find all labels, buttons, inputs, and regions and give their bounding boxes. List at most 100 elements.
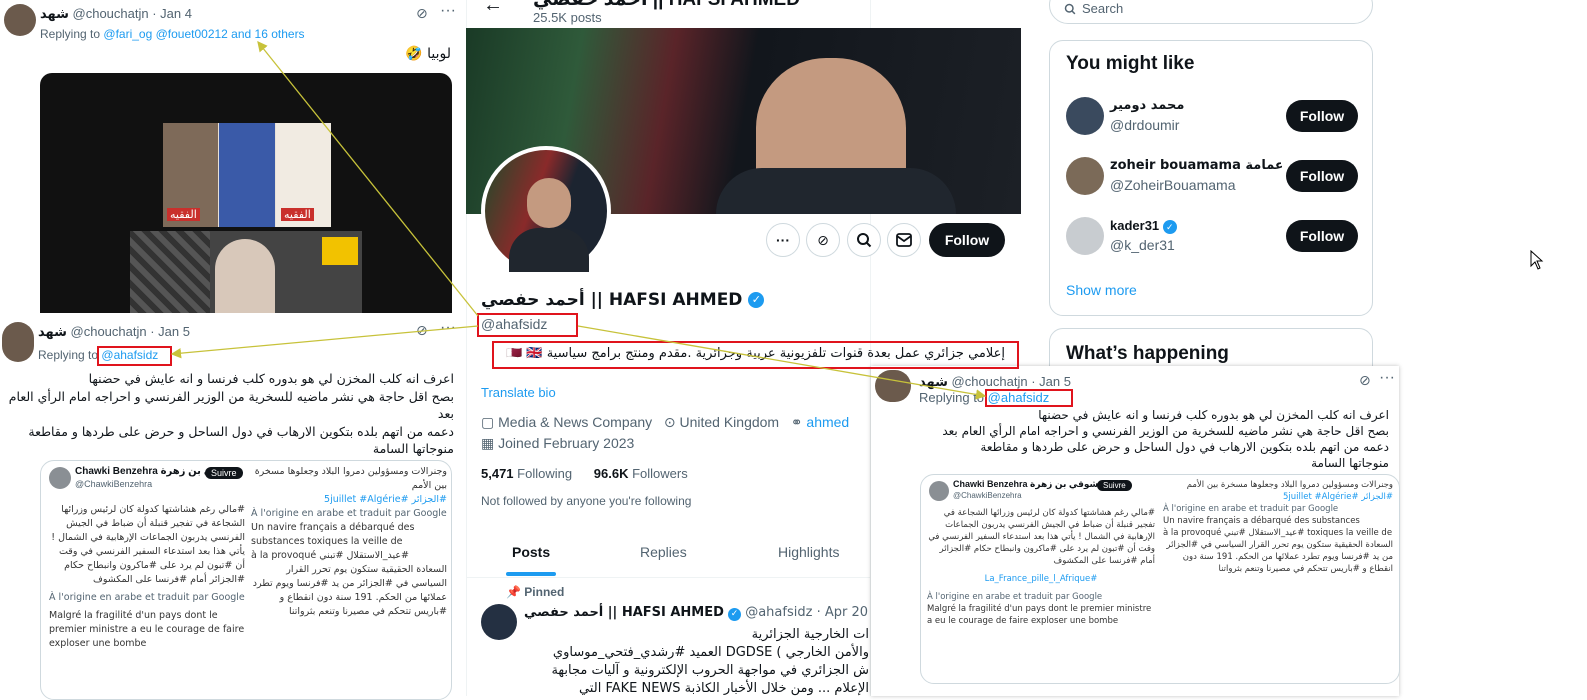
search-box[interactable]: Search [1049, 0, 1373, 24]
embedded-image[interactable]: Chawki Benzehra شوقي بن زهرة @ChawkiBenz… [40, 460, 452, 700]
profile-meta: ▢ Media & News Company ⊙ United Kingdom … [481, 414, 869, 431]
avatar [49, 467, 71, 489]
search-profile-button[interactable] [847, 223, 881, 257]
tweet-header: شهد @chouchatjn · Jan 5 [919, 374, 1071, 390]
avatar[interactable] [1066, 157, 1104, 195]
embed-handle: @ChawkiBenzehra [953, 491, 1022, 500]
author-handle[interactable]: @chouchatjn [73, 6, 149, 21]
suggestion-handle[interactable]: @ZoheirBouamama [1110, 177, 1236, 193]
annotation-box-bio [492, 341, 1019, 369]
suggestion-name[interactable]: محمد دومير [1110, 98, 1184, 113]
show-more-link[interactable]: Show more [1066, 282, 1137, 298]
grok-icon[interactable]: ⊘ [416, 322, 428, 339]
pinned-label: 📌 Pinned [506, 585, 565, 599]
more-icon: ··· [776, 232, 790, 248]
annotation-box-handle [477, 313, 578, 337]
author-name[interactable]: شهد [919, 375, 948, 390]
grok-button[interactable]: ⊘ [806, 223, 840, 257]
follow-button[interactable]: Follow [1286, 220, 1358, 252]
mouse-cursor-icon [1530, 250, 1544, 270]
search-icon [857, 233, 872, 248]
banner-suit [716, 168, 956, 214]
profile-website[interactable]: ahmed [806, 414, 849, 430]
embed-author: Chawki Benzehra شوقي بن زهرة [953, 479, 1099, 489]
avatar[interactable] [1066, 97, 1104, 135]
message-button[interactable] [887, 223, 921, 257]
tweet-text: اعرف انه كلب المخزن لي هو بدوره كلب فرنس… [8, 371, 454, 456]
author-name[interactable]: شهد [40, 7, 69, 22]
briefcase-icon: ▢ [481, 414, 495, 430]
embed-follow: Suivre [205, 467, 243, 479]
pinned-handle[interactable]: @ahafsidz [745, 605, 812, 620]
avatar[interactable] [4, 4, 36, 36]
whats-happening-title: What’s happening [1066, 343, 1229, 364]
embed-col-right: وجنرالات ومسؤولين دمروا البلاد وجعلوها م… [1163, 480, 1393, 574]
more-icon[interactable]: ··· [1379, 369, 1395, 387]
tab-posts[interactable]: Posts [512, 544, 550, 560]
tweet-date[interactable]: · Jan 4 [152, 6, 192, 21]
tweet-right: شهد @chouchatjn · Jan 5 ⊘ ··· Replying t… [871, 366, 1400, 696]
suggestion-handle[interactable]: @k_der31 [1110, 237, 1175, 253]
suggestion-name[interactable]: kader31 ✓ [1110, 218, 1177, 234]
tweet-date[interactable]: · Jan 5 [1031, 374, 1071, 389]
pin-icon: 📌 [506, 585, 521, 599]
tweet-left: شهد @chouchatjn · Jan 5 ⊘ ··· Replying t… [0, 318, 465, 700]
avatar[interactable] [875, 370, 911, 402]
follow-button[interactable]: Follow [1286, 100, 1358, 132]
search-input[interactable]: Search [1082, 1, 1123, 16]
suggestion-handle[interactable]: @drdoumir [1110, 117, 1179, 133]
embed-handle: @ChawkiBenzehra [75, 479, 153, 489]
follow-counts: 5,471 Following 96.6K Followers [481, 466, 688, 481]
follow-button[interactable]: Follow [929, 223, 1005, 257]
pinned-name[interactable]: أحمد حفصي || HAFSI AHMED [524, 605, 724, 620]
annotation-box-reply-left [97, 346, 172, 366]
who-to-follow-panel: You might like محمد دومير @drdoumir Foll… [1049, 40, 1373, 316]
author-handle[interactable]: @chouchatjn [952, 374, 1028, 389]
tab-highlights[interactable]: Highlights [778, 544, 839, 560]
replying-targets[interactable]: @fari_og @fouet00212 and 16 others [103, 27, 304, 41]
grok-icon[interactable]: ⊘ [1359, 372, 1371, 389]
embed-col-left: #مالي رغم هشاشتها كدولة كان لرئيس وزرائه… [49, 504, 245, 649]
location-icon: ⊙ [663, 414, 676, 430]
translate-bio-link[interactable]: Translate bio [481, 385, 556, 400]
follow-button[interactable]: Follow [1286, 160, 1358, 192]
replying-to: Replying to @fari_og @fouet00212 and 16 … [40, 27, 305, 41]
tweet-media[interactable]: الفقيه الفقيه [40, 73, 452, 313]
grok-icon[interactable]: ⊘ [416, 5, 428, 22]
profile-avatar[interactable] [481, 146, 611, 276]
annotation-box-reply-right [985, 389, 1073, 407]
tab-replies[interactable]: Replies [640, 544, 687, 560]
profile-tabs: Posts Replies Highlights [466, 530, 871, 578]
grok-icon: ⊘ [817, 231, 829, 248]
author-name[interactable]: شهد [38, 325, 67, 340]
profile-category: Media & News Company [498, 414, 653, 430]
pinned-header: أحمد حفصي || HAFSI AHMED ✓ @ahafsidz · A… [524, 605, 868, 621]
avatar[interactable] [1066, 217, 1104, 255]
media-label: الفقيه [281, 208, 314, 221]
mail-icon [896, 233, 912, 247]
pinned-text: ات الخارجية الجزائرية والأمن الخارجي ) D… [551, 627, 869, 696]
more-options-button[interactable]: ··· [766, 223, 800, 257]
avatar[interactable] [2, 322, 34, 362]
tweet-header: شهد @chouchatjn · Jan 4 [40, 6, 192, 22]
following-link[interactable]: 5,471 Following [481, 466, 572, 481]
more-icon[interactable]: ··· [440, 2, 456, 20]
profile-location: United Kingdom [679, 414, 780, 430]
embed-col-right: وجنرالات ومسؤولين دمروا البلاد وجعلوها م… [251, 466, 447, 617]
embedded-image[interactable]: Chawki Benzehra شوقي بن زهرة @ChawkiBenz… [920, 474, 1400, 684]
video-frame-bottom [130, 231, 362, 313]
followers-link[interactable]: 96.6K Followers [594, 466, 688, 481]
more-icon[interactable]: ··· [440, 319, 456, 337]
search-icon [1064, 3, 1076, 15]
display-name: أحمد حفصي || HAFSI AHMED ✓ [481, 290, 765, 310]
author-handle[interactable]: @chouchatjn [71, 324, 147, 339]
back-arrow-icon[interactable]: ← [483, 0, 503, 17]
tab-active-indicator [506, 572, 556, 576]
tweet-date[interactable]: · Jan 5 [150, 324, 190, 339]
calendar-icon: ▦ [481, 435, 495, 451]
video-frame-top: الفقيه الفقيه [163, 123, 331, 227]
suggestion-name[interactable]: zoheir bouamama زهير بوعمامة [1110, 158, 1282, 173]
badge-image [322, 237, 358, 265]
pinned-avatar[interactable] [481, 604, 517, 640]
pinned-date[interactable]: · Apr 20 [817, 605, 868, 620]
